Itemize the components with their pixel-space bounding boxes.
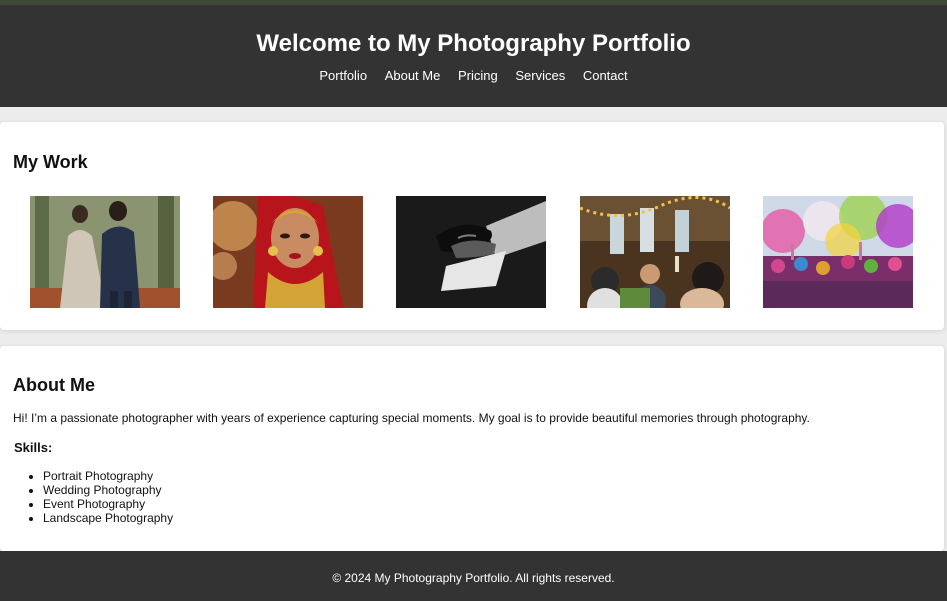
skill-item: Portrait Photography bbox=[43, 469, 173, 483]
page-title: Welcome to My Photography Portfolio bbox=[256, 30, 691, 57]
bride-portrait-image bbox=[213, 196, 363, 308]
skills-heading: Skills: bbox=[14, 440, 53, 455]
skill-item: Wedding Photography bbox=[43, 483, 173, 497]
skill-item: Landscape Photography bbox=[43, 511, 173, 525]
nav-about-me[interactable]: About Me bbox=[385, 68, 441, 83]
site-footer: © 2024 My Photography Portfolio. All rig… bbox=[0, 551, 947, 601]
my-work-section: My Work bbox=[0, 122, 944, 330]
skills-list: Portrait Photography Wedding Photography… bbox=[43, 469, 173, 525]
event-celebration-image bbox=[580, 196, 730, 308]
bride-portrait-photo[interactable] bbox=[213, 196, 363, 308]
about-me-heading: About Me bbox=[13, 375, 95, 395]
skill-item: Event Photography bbox=[43, 497, 173, 511]
nav-portfolio[interactable]: Portfolio bbox=[319, 68, 367, 83]
nav-services[interactable]: Services bbox=[515, 68, 565, 83]
hands-shadow-photo[interactable] bbox=[396, 196, 546, 308]
event-celebration-photo[interactable] bbox=[580, 196, 730, 308]
color-festival-image bbox=[763, 196, 913, 308]
wedding-couple-image bbox=[30, 196, 180, 308]
about-me-section: About Me Hi! I’m a passionate photograph… bbox=[0, 346, 944, 551]
about-me-text: Hi! I’m a passionate photographer with y… bbox=[13, 411, 810, 425]
nav-contact[interactable]: Contact bbox=[583, 68, 628, 83]
color-festival-photo[interactable] bbox=[763, 196, 913, 308]
hands-shadow-image bbox=[396, 196, 546, 308]
main-nav: Portfolio About Me Pricing Services Cont… bbox=[0, 68, 947, 83]
my-work-heading: My Work bbox=[13, 152, 88, 172]
copyright-text: © 2024 My Photography Portfolio. All rig… bbox=[332, 571, 615, 585]
nav-pricing[interactable]: Pricing bbox=[458, 68, 498, 83]
wedding-couple-photo[interactable] bbox=[30, 196, 180, 308]
site-header: Welcome to My Photography Portfolio Port… bbox=[0, 5, 947, 107]
